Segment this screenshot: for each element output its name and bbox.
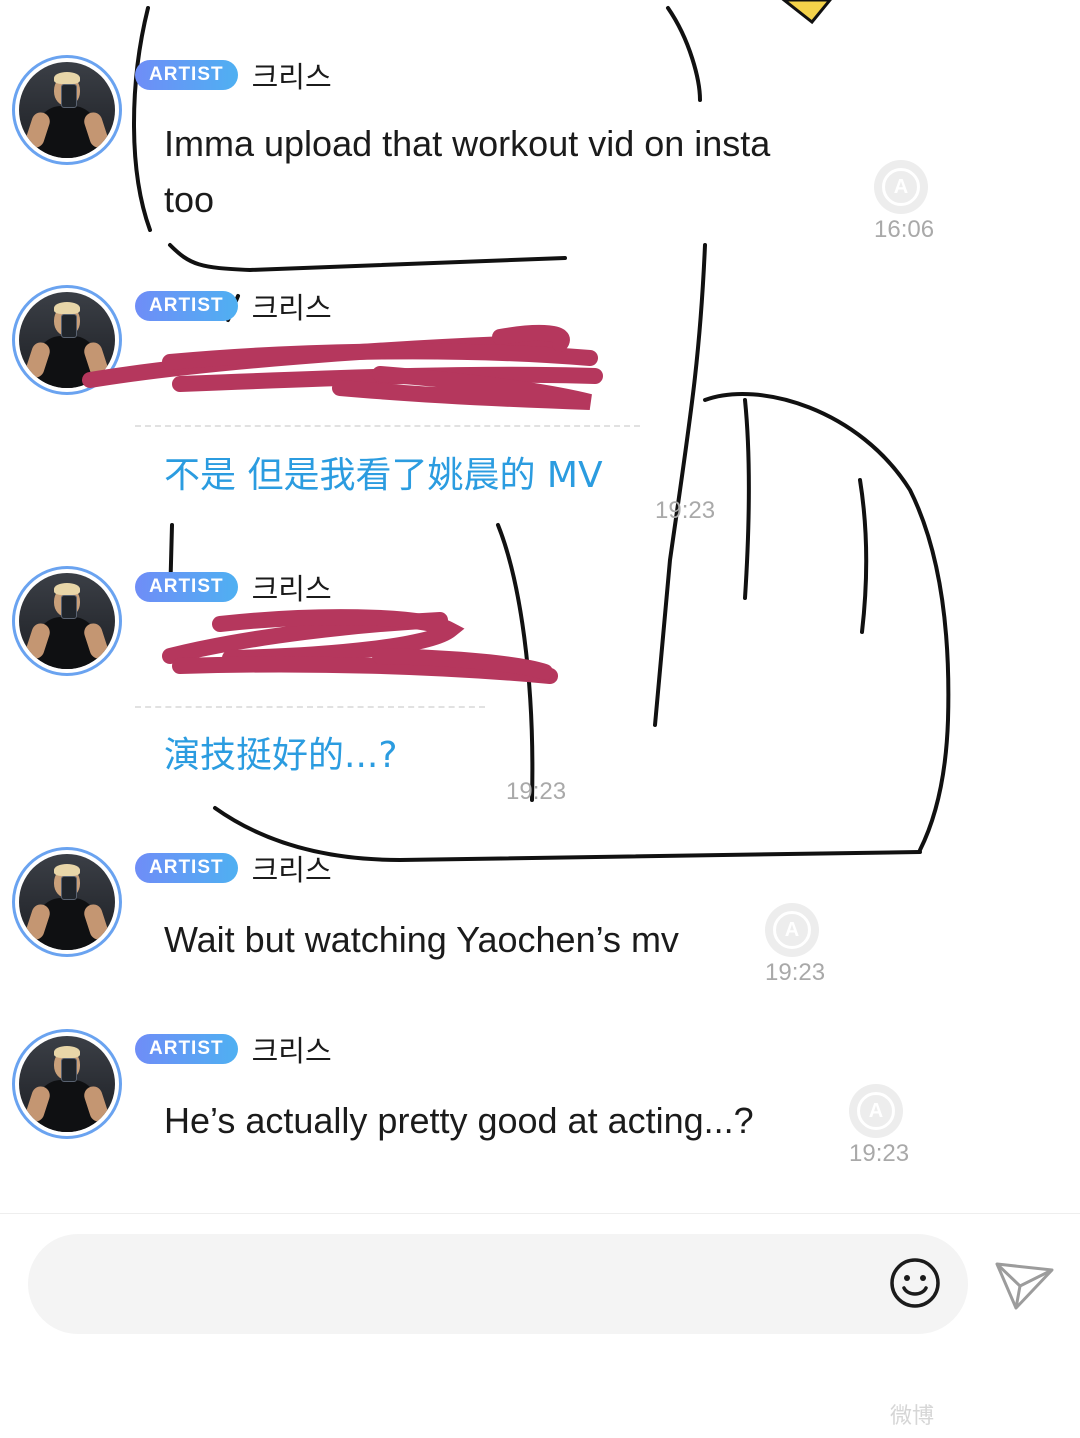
- artist-badge: ARTIST: [135, 853, 238, 883]
- translate-icon[interactable]: A: [874, 160, 928, 214]
- artist-badge: ARTIST: [135, 1034, 238, 1064]
- avatar[interactable]: [12, 1029, 122, 1139]
- avatar-image: [19, 573, 115, 669]
- message-line: Imma upload that workout vid on insta: [164, 123, 771, 164]
- message-time: 19:23: [655, 497, 716, 524]
- artist-badge: ARTIST: [135, 572, 238, 602]
- sender-name: 크리스: [251, 60, 332, 94]
- message-text: Wait but watching Yaochen’s mv: [164, 912, 679, 968]
- sender-name: 크리스: [251, 1034, 332, 1068]
- watermark: 微博: [890, 1403, 935, 1428]
- message-line: too: [164, 179, 215, 220]
- smiley-icon[interactable]: [888, 1256, 942, 1310]
- message-time: 19:23: [849, 1140, 910, 1167]
- translate-icon[interactable]: A: [765, 903, 819, 957]
- paper-plane-icon[interactable]: [994, 1256, 1056, 1312]
- message-text: He’s actually pretty good at acting...?: [164, 1093, 754, 1149]
- avatar-image: [19, 1036, 115, 1132]
- avatar[interactable]: [12, 55, 122, 165]
- artist-badge: ARTIST: [135, 291, 238, 321]
- redaction-scribble: [162, 609, 558, 684]
- avatar-image: [19, 854, 115, 950]
- translate-icon[interactable]: A: [849, 1084, 903, 1138]
- avatar[interactable]: [12, 847, 122, 957]
- message-text: Imma upload that workout vid on insta to…: [164, 116, 844, 228]
- sender-name: 크리스: [251, 291, 332, 325]
- message-time: 19:23: [765, 959, 826, 986]
- message-time: 16:06: [874, 216, 935, 243]
- message-input[interactable]: [28, 1234, 968, 1334]
- sender-name: 크리스: [251, 572, 332, 606]
- redaction-scribble: [82, 324, 603, 410]
- translation-divider: [135, 706, 485, 708]
- avatar[interactable]: [12, 566, 122, 676]
- sender-name: 크리스: [251, 853, 332, 887]
- message-time: 19:23: [506, 778, 567, 805]
- translated-text: 不是 但是我看了姚晨的 MV: [164, 455, 603, 496]
- translated-text: 演技挺好的...?: [164, 735, 398, 776]
- translation-divider: [135, 425, 640, 427]
- avatar-image: [19, 62, 115, 158]
- input-divider: [0, 1213, 1080, 1214]
- artist-badge: ARTIST: [135, 60, 238, 90]
